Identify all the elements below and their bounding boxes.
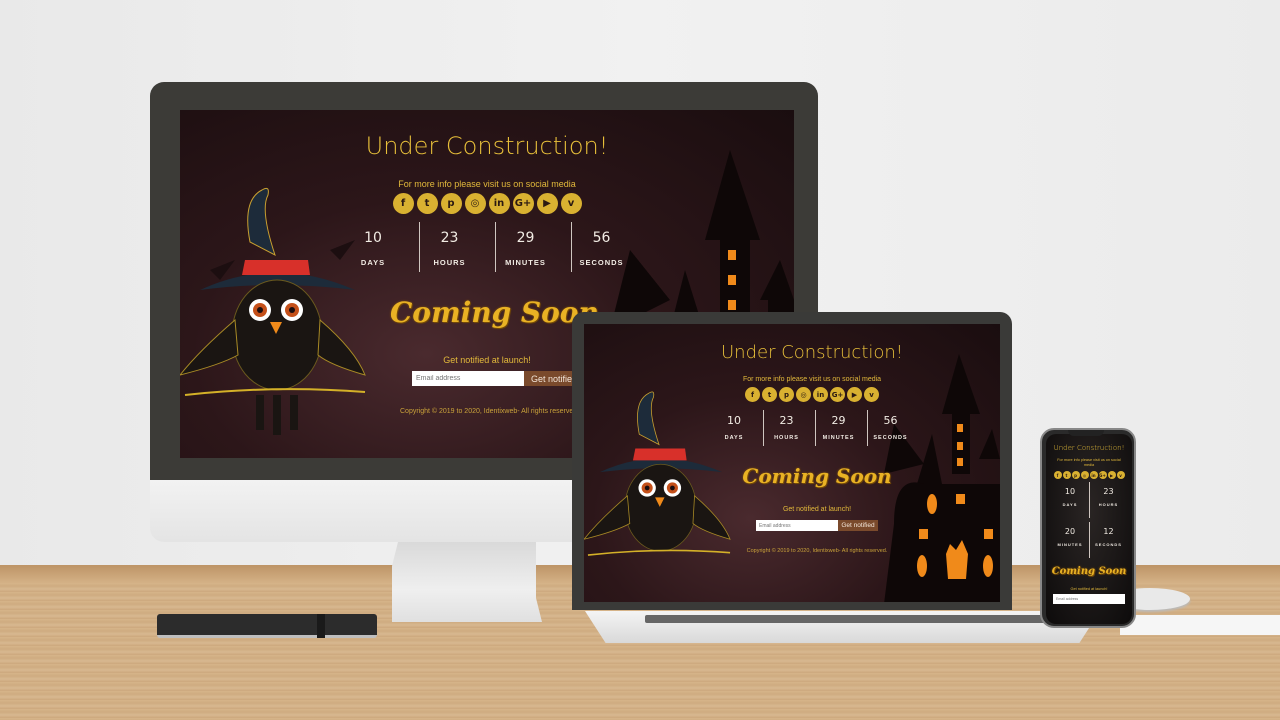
copyright-text: Copyright © 2019 to 2020, Identixweb- Al…	[400, 408, 580, 415]
instagram-icon[interactable]: ◎	[464, 193, 486, 214]
countdown-hours: 23 HOURS	[419, 222, 479, 272]
google-plus-icon[interactable]: G+	[1098, 471, 1107, 479]
youtube-icon[interactable]: ▶	[1107, 471, 1116, 479]
twitter-icon[interactable]: t	[416, 193, 438, 214]
countdown-days: 10 DAYS	[343, 222, 403, 272]
twitter-icon[interactable]: t	[1062, 471, 1071, 479]
days-label: DAYS	[724, 435, 744, 441]
google-plus-icon[interactable]: G+	[512, 193, 534, 214]
social-links: f t p ◎ in G+ ▶ v	[584, 387, 1000, 402]
countdown-days: 10 DAYS	[1051, 482, 1089, 518]
minutes-label: MINUTES	[822, 435, 855, 441]
countdown-seconds: 56 SECONDS	[571, 222, 631, 272]
laptop-screen: Under Construction! For more info please…	[584, 324, 1000, 602]
youtube-icon[interactable]: ▶	[536, 193, 558, 214]
countdown-timer: 10 DAYS 23 HOURS 29 MINUTES 56 SECONDS	[180, 222, 794, 272]
minutes-value: 20	[1064, 527, 1076, 536]
notify-form: Get notified	[584, 520, 1000, 531]
social-links: f t p ◎ in G+ ▶ v	[1046, 471, 1132, 479]
facebook-icon[interactable]: f	[392, 193, 414, 214]
countdown-row-1: 10 DAYS 23 HOURS	[1046, 482, 1132, 518]
email-input[interactable]	[756, 520, 838, 531]
linkedin-icon[interactable]: in	[813, 387, 828, 402]
instagram-icon[interactable]: ◎	[796, 387, 811, 402]
notify-form: Get notified	[412, 371, 584, 386]
page-title: Under Construction!	[365, 132, 609, 160]
countdown-minutes: 29 MINUTES	[815, 410, 861, 446]
linkedin-icon[interactable]: in	[488, 193, 510, 214]
minutes-value: 29	[516, 230, 535, 246]
hours-value: 23	[779, 414, 794, 427]
countdown-timer: 10 DAYS 23 HOURS 29 MINUTES 56 SECONDS	[584, 410, 1000, 446]
phone-screen: Under Construction! For more info please…	[1046, 434, 1132, 624]
countdown-seconds: 12 SECONDS	[1089, 522, 1127, 558]
countdown-days: 10 DAYS	[711, 410, 757, 446]
days-value: 10	[727, 414, 741, 427]
hours-value: 23	[1103, 487, 1114, 496]
countdown-row-2: 20 MINUTES 12 SECONDS	[1046, 522, 1132, 558]
notify-text: Get notified at launch!	[1070, 587, 1108, 591]
vimeo-icon[interactable]: v	[1116, 471, 1125, 479]
hours-label: HOURS	[774, 435, 799, 441]
minutes-value: 29	[831, 414, 846, 427]
countdown-minutes: 29 MINUTES	[495, 222, 555, 272]
pinterest-icon[interactable]: p	[440, 193, 462, 214]
notebook-on-desk	[157, 614, 377, 638]
instagram-icon[interactable]: ◎	[1080, 471, 1089, 479]
coming-soon-page: Under Construction! For more info please…	[1046, 434, 1132, 624]
coming-soon-heading: Coming Soon	[1051, 566, 1127, 577]
coming-soon-page: Under Construction! For more info please…	[584, 324, 1000, 602]
days-label: DAYS	[360, 258, 386, 267]
countdown-minutes: 20 MINUTES	[1051, 522, 1089, 558]
facebook-icon[interactable]: f	[1053, 471, 1062, 479]
countdown-hours: 23 HOURS	[1089, 482, 1127, 518]
facebook-icon[interactable]: f	[745, 387, 760, 402]
email-input[interactable]	[1053, 594, 1125, 604]
days-value: 10	[1064, 487, 1076, 496]
seconds-value: 12	[1103, 527, 1114, 536]
minutes-label: MINUTES	[1057, 542, 1083, 547]
social-subtitle: For more info please visit us on social …	[398, 179, 576, 189]
vimeo-icon[interactable]: v	[864, 387, 879, 402]
vimeo-icon[interactable]: v	[560, 193, 582, 214]
social-links: f t p ◎ in G+ ▶ v	[180, 193, 794, 214]
notify-form	[1046, 594, 1132, 604]
social-subtitle: For more info please visit us on social …	[742, 376, 882, 383]
laptop-keyboard	[645, 615, 1045, 623]
youtube-icon[interactable]: ▶	[847, 387, 862, 402]
copyright-text: Copyright © 2019 to 2020, Identixweb- Al…	[746, 548, 888, 554]
social-subtitle: For more info please visit us on social …	[1057, 458, 1121, 467]
seconds-label: SECONDS	[1095, 542, 1122, 547]
coming-soon-heading: Coming Soon	[742, 464, 892, 488]
seconds-value: 56	[592, 230, 611, 246]
hours-value: 23	[440, 230, 459, 246]
hours-label: HOURS	[1098, 502, 1119, 507]
twitter-icon[interactable]: t	[762, 387, 777, 402]
phone-notch	[1068, 430, 1104, 436]
paper-on-desk	[1120, 615, 1280, 635]
days-label: DAYS	[1062, 502, 1078, 507]
seconds-value: 56	[883, 414, 898, 427]
pinterest-icon[interactable]: p	[1071, 471, 1080, 479]
countdown-hours: 23 HOURS	[763, 410, 809, 446]
pinterest-icon[interactable]: p	[779, 387, 794, 402]
imac-stand	[392, 542, 542, 622]
seconds-label: SECONDS	[579, 258, 624, 267]
linkedin-icon[interactable]: in	[1089, 471, 1098, 479]
hours-label: HOURS	[433, 258, 466, 267]
days-value: 10	[364, 230, 382, 246]
page-title: Under Construction!	[1053, 444, 1125, 452]
phone-mockup: Under Construction! For more info please…	[1040, 428, 1136, 628]
seconds-label: SECONDS	[873, 435, 908, 441]
minutes-label: MINUTES	[505, 258, 546, 267]
page-title: Under Construction!	[720, 342, 904, 363]
countdown-seconds: 56 SECONDS	[867, 410, 913, 446]
google-plus-icon[interactable]: G+	[830, 387, 845, 402]
email-input[interactable]	[412, 371, 524, 386]
notify-text: Get notified at launch!	[782, 506, 852, 513]
laptop-mockup: Under Construction! For more info please…	[572, 312, 1012, 612]
coming-soon-heading: Coming Soon	[390, 296, 599, 329]
get-notified-button[interactable]: Get notified	[838, 520, 878, 531]
